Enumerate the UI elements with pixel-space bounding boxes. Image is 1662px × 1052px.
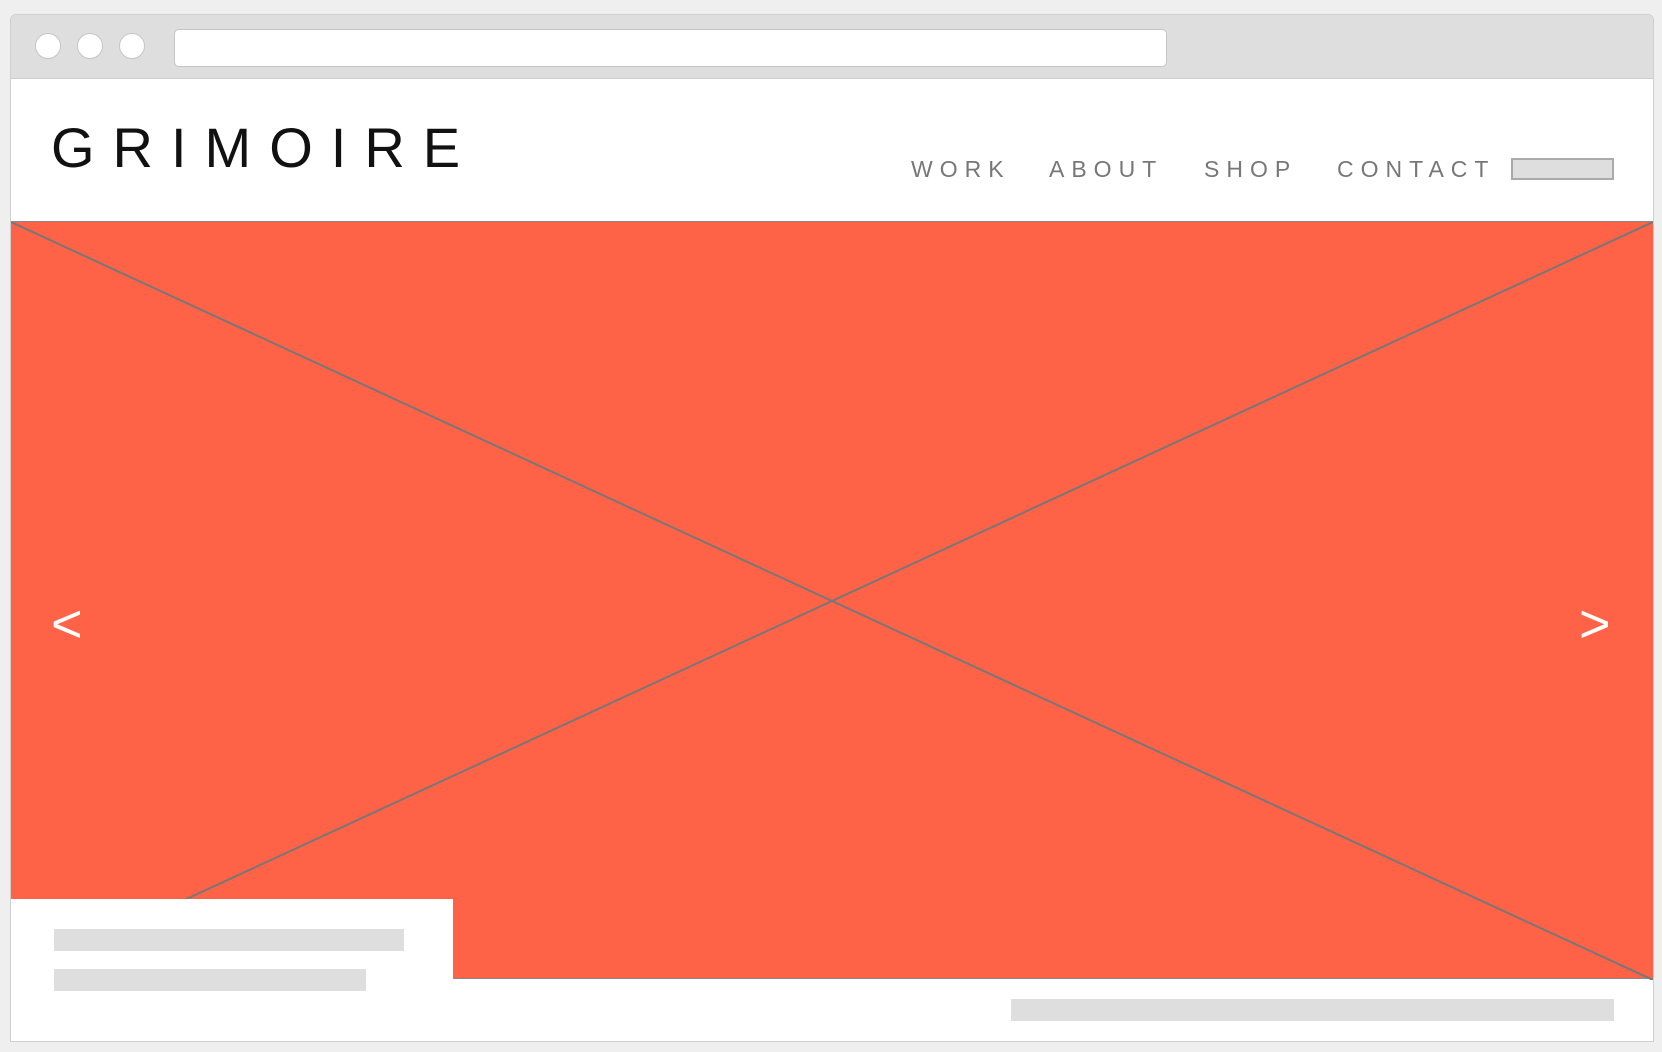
caption-box: [11, 899, 453, 1041]
slider-next-button[interactable]: >: [1579, 597, 1611, 651]
caption-text-placeholder: [54, 969, 366, 991]
window-control-minimize[interactable]: [77, 33, 103, 59]
window-control-maximize[interactable]: [119, 33, 145, 59]
image-placeholder-cross-icon: [11, 222, 1653, 980]
browser-chrome: [11, 15, 1653, 79]
nav-item-about[interactable]: ABOUT: [1049, 158, 1163, 181]
browser-window: GRIMOIRE WORK ABOUT SHOP CONTACT < >: [10, 14, 1654, 1042]
hero-image-placeholder: < >: [11, 221, 1653, 980]
nav-item-contact[interactable]: CONTACT: [1337, 158, 1495, 181]
site-logo[interactable]: GRIMOIRE: [51, 120, 478, 176]
nav-placeholder-button[interactable]: [1511, 158, 1614, 180]
caption-title-placeholder: [54, 929, 404, 951]
nav-item-work[interactable]: WORK: [911, 158, 1011, 181]
nav-item-shop[interactable]: SHOP: [1204, 158, 1297, 181]
address-bar[interactable]: [174, 29, 1167, 67]
window-control-close[interactable]: [35, 33, 61, 59]
slider-prev-button[interactable]: <: [51, 597, 83, 651]
footer-text-placeholder: [1011, 999, 1614, 1021]
